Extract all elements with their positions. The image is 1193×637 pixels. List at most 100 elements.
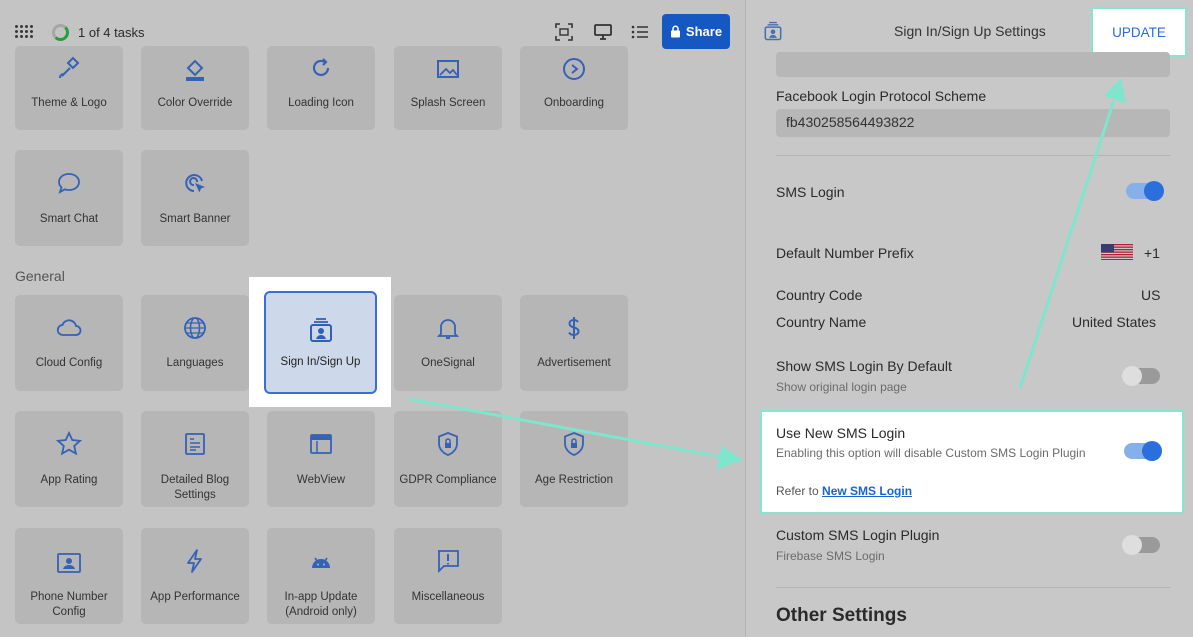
new-sms-sub: Enabling this option will disable Custom…	[776, 446, 1086, 460]
user-badge-icon	[309, 318, 332, 342]
tile-onboarding[interactable]: Onboarding	[520, 46, 628, 130]
new-sms-highlight: Use New SMS Login Enabling this option w…	[760, 410, 1184, 514]
tile-label: Advertisement	[537, 357, 611, 369]
show-sms-sub: Show original login page	[776, 380, 907, 394]
tile-label: Miscellaneous	[411, 591, 485, 603]
brush-icon	[59, 56, 80, 79]
paint-bucket-icon	[186, 59, 204, 81]
shield-lock-icon	[564, 432, 584, 456]
scan-icon[interactable]	[554, 22, 574, 42]
dollar-icon	[568, 317, 580, 339]
show-sms-toggle[interactable]	[1122, 366, 1160, 386]
custom-sms-label: Custom SMS Login Plugin	[776, 527, 940, 543]
tile-cloud-config[interactable]: Cloud Config	[15, 295, 123, 391]
new-sms-login-link[interactable]: New SMS Login	[822, 484, 912, 498]
tile-color-override[interactable]: Color Override	[141, 46, 249, 130]
tasks-counter[interactable]: 1 of 4 tasks	[78, 25, 144, 40]
sms-login-label: SMS Login	[776, 184, 845, 200]
tile-miscellaneous[interactable]: Miscellaneous	[394, 528, 502, 624]
tile-label: Detailed Blog Settings	[160, 474, 230, 501]
tile-label: Smart Banner	[159, 213, 231, 225]
custom-sms-sub: Firebase SMS Login	[776, 549, 885, 563]
bell-icon	[436, 319, 460, 339]
shield-lock-icon	[438, 432, 458, 456]
lightning-icon	[187, 549, 202, 573]
tile-theme-logo[interactable]: Theme & Logo	[15, 46, 123, 130]
show-sms-label: Show SMS Login By Default	[776, 358, 952, 374]
tile-app-rating[interactable]: App Rating	[15, 411, 123, 507]
tile-webview[interactable]: WebView	[267, 411, 375, 507]
tile-label: Cloud Config	[35, 357, 103, 369]
refer-to-text: Refer to	[776, 484, 819, 498]
refer-line: Refer to New SMS Login	[776, 484, 912, 498]
tile-label: Onboarding	[543, 97, 605, 109]
new-sms-toggle[interactable]	[1124, 441, 1162, 461]
tile-advertisement[interactable]: Advertisement	[520, 295, 628, 391]
browser-window-icon	[310, 434, 332, 454]
tile-splash-screen[interactable]: Splash Screen	[394, 46, 502, 130]
fb-protocol-input[interactable]: fb430258564493822	[776, 109, 1170, 137]
share-label: Share	[685, 24, 723, 39]
tile-detailed-blog-settings[interactable]: Detailed Blog Settings	[141, 411, 249, 507]
tile-sign-in-sign-up[interactable]: Sign In/Sign Up	[264, 291, 377, 394]
tile-label: Loading Icon	[288, 97, 354, 109]
country-name-value: United States	[1072, 314, 1157, 330]
tile-label: Phone Number Config	[30, 591, 108, 618]
divider	[776, 587, 1170, 588]
tile-label: Color Override	[157, 97, 233, 109]
lock-icon	[670, 25, 680, 38]
tile-label: Age Restriction	[535, 474, 613, 486]
android-icon	[312, 557, 330, 568]
tile-label: Sign In/Sign Up	[280, 356, 361, 368]
default-prefix-value: +1	[1144, 245, 1160, 261]
divider	[776, 155, 1170, 156]
share-button[interactable]: Share	[662, 14, 730, 49]
tile-languages[interactable]: Languages	[141, 295, 249, 391]
us-flag-icon[interactable]	[1101, 244, 1133, 260]
tile-label: Languages	[166, 357, 224, 369]
country-code-label: Country Code	[776, 287, 863, 303]
image-icon	[437, 60, 459, 78]
play-circle-icon	[563, 58, 585, 80]
tile-phone-number-config[interactable]: Phone Number Config	[15, 528, 123, 624]
alert-message-icon	[438, 550, 459, 574]
refresh-icon	[312, 58, 330, 77]
default-prefix-label: Default Number Prefix	[776, 245, 914, 261]
section-general: General	[15, 268, 65, 284]
tile-smart-banner[interactable]: Smart Banner	[141, 150, 249, 246]
tile-app-performance[interactable]: App Performance	[141, 528, 249, 624]
feature-pane: 1 of 4 tasks Share Theme & Logo Color Ov…	[0, 0, 745, 637]
tile-onesignal[interactable]: OneSignal	[394, 295, 502, 391]
highlight-sign-in-tile: Sign In/Sign Up	[249, 277, 391, 407]
list-icon[interactable]	[630, 22, 650, 42]
panel-title: Sign In/Sign Up Settings	[894, 23, 1046, 39]
cloud-icon	[56, 319, 82, 336]
tile-label: App Rating	[40, 474, 98, 486]
article-icon	[185, 433, 205, 455]
tile-label: Theme & Logo	[31, 97, 107, 109]
tile-label: In-app Update (Android only)	[284, 591, 358, 618]
tile-gdpr-compliance[interactable]: GDPR Compliance	[394, 411, 502, 507]
tile-label: Smart Chat	[39, 213, 99, 225]
fb-protocol-label: Facebook Login Protocol Scheme	[776, 88, 987, 104]
tile-in-app-update[interactable]: In-app Update (Android only)	[267, 528, 375, 624]
user-badge-icon	[764, 21, 782, 41]
sms-login-toggle[interactable]	[1126, 181, 1164, 201]
tile-age-restriction[interactable]: Age Restriction	[520, 411, 628, 507]
globe-icon	[184, 317, 206, 339]
task-progress-icon	[52, 24, 69, 41]
country-code-value: US	[1141, 287, 1161, 303]
update-button[interactable]: UPDATE	[1091, 7, 1187, 57]
tile-smart-chat[interactable]: Smart Chat	[15, 150, 123, 246]
previous-input-field[interactable]	[776, 52, 1170, 77]
tile-loading-icon[interactable]: Loading Icon	[267, 46, 375, 130]
tile-label: GDPR Compliance	[399, 474, 497, 486]
desktop-preview-icon[interactable]	[593, 22, 613, 42]
other-settings-heading: Other Settings	[776, 605, 907, 626]
tile-label: WebView	[296, 474, 346, 486]
tile-label: OneSignal	[421, 357, 475, 369]
settings-panel: Sign In/Sign Up Settings UPDATE Facebook…	[745, 0, 1193, 637]
custom-sms-toggle[interactable]	[1122, 535, 1160, 555]
country-name-label: Country Name	[776, 314, 867, 330]
apps-grid-icon[interactable]	[15, 25, 33, 39]
